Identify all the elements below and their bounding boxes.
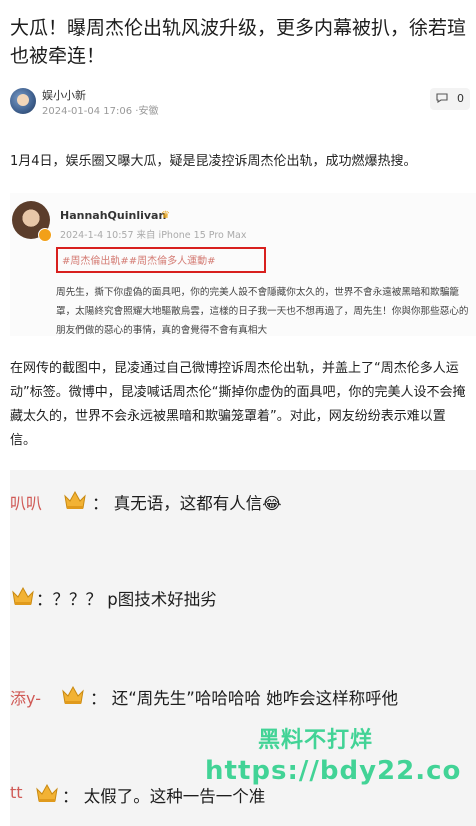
crown-icon: ♛	[161, 210, 170, 221]
publish-meta: 2024-01-04 17:06 ·安徽	[42, 106, 159, 117]
weibo-time: 2024-1-4 10:57 来自 iPhone 15 Pro Max	[60, 230, 247, 241]
watermark-line1: 黑料不打烊	[258, 728, 374, 753]
author-name[interactable]: 娱小小新	[42, 87, 86, 103]
weibo-screenshot: HannahQuinlivan ♛ 2024-1-4 10:57 来自 iPho…	[10, 193, 476, 336]
comment-count: 0	[457, 92, 464, 105]
comment-row: ：？？？ p图技术好拙劣	[10, 582, 476, 612]
comment-text: ： 还“周先生”哈哈哈哈 她咋会这样称呼他	[90, 689, 399, 708]
comment-user: 叭叭	[10, 494, 43, 513]
comment-user: tt	[10, 783, 23, 802]
paragraph-intro: 1月4日，娱乐圈又曝大瓜，疑是昆凌控诉周杰伦出轨，成功燃爆热搜。	[10, 154, 417, 169]
comment-text: ： 太假了。这种一告一个准	[62, 787, 266, 806]
comment-row: 添y- ： 还“周先生”哈哈哈哈 她咋会这样称呼他	[10, 681, 476, 711]
weibo-body: 周先生，撕下你虛偽的面具吧，你的完美人設不會隱藏你太久的，世界不會永遠被黑暗和欺…	[56, 287, 469, 336]
verified-badge-icon	[38, 228, 52, 242]
crown-badge-icon	[36, 783, 58, 802]
author-avatar[interactable]	[10, 88, 36, 114]
comment-text: ： 真无语，这都有人信😂	[92, 494, 282, 513]
comment-row: 叭叭 ： 真无语，这都有人信😂	[10, 486, 476, 516]
weibo-tags: #周杰倫出軌##周杰倫多人運動#	[62, 256, 216, 267]
comment-user: 添y-	[10, 689, 41, 708]
crown-badge-icon	[64, 490, 86, 509]
comment-button[interactable]: 0	[430, 88, 470, 110]
weibo-username: HannahQuinlivan	[60, 209, 167, 222]
article-title: 大瓜！曝周杰伦出轨风波升级，更多内幕被扒，徐若瑄也被牵连！	[10, 17, 467, 67]
crown-badge-icon	[62, 685, 84, 704]
comment-icon	[436, 93, 448, 103]
author-row: 娱小小新 2024-01-04 17:06 ·安徽 0	[10, 86, 470, 117]
comment-text: ：？？？ p图技术好拙劣	[36, 590, 217, 609]
watermark-line2: https://bdy22.co	[205, 756, 462, 786]
crown-badge-icon	[12, 586, 34, 605]
tags-highlight-box: #周杰倫出軌##周杰倫多人運動#	[56, 247, 266, 273]
paragraph-detail: 在网传的截图中，昆凌通过自己微博控诉周杰伦出轨，并盖上了“周杰伦多人运动”标签。…	[10, 361, 466, 448]
